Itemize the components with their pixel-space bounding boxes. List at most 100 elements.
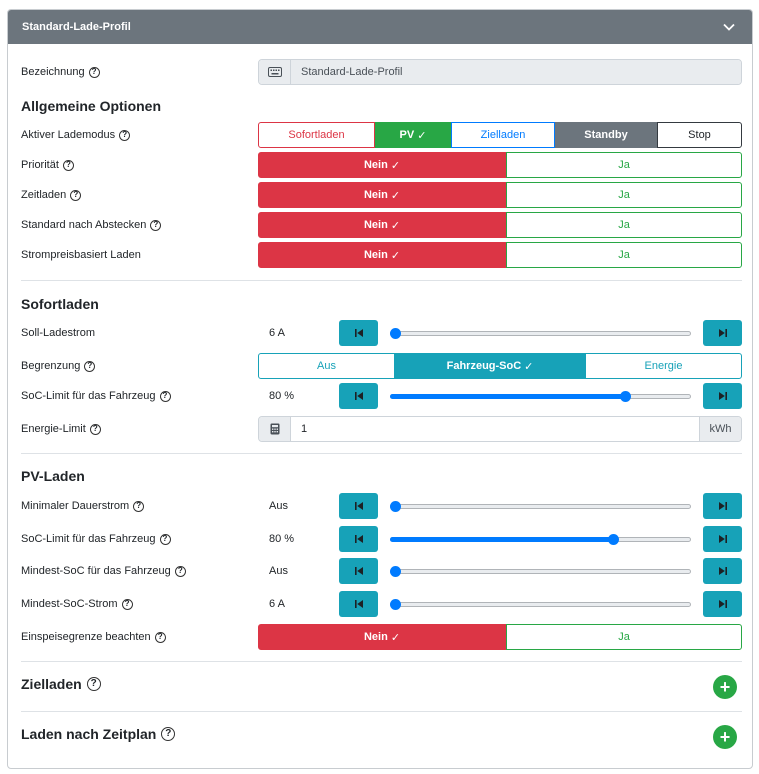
strompreis-toggle: Nein ✓ Ja [258, 242, 742, 268]
step-forward-icon[interactable] [703, 591, 742, 617]
min-dauerstrom-value: Aus [269, 500, 288, 512]
help-icon[interactable]: ? [62, 159, 74, 171]
slider-track[interactable] [390, 558, 691, 584]
slider-thumb[interactable] [390, 599, 401, 610]
bezeichnung-field: Standard-Lade-Profil [258, 59, 742, 85]
abstecken-label: Standard nach Abstecken [21, 219, 147, 231]
slider-track[interactable] [390, 591, 691, 617]
step-forward-icon[interactable] [703, 493, 742, 519]
mode-stop-button[interactable]: Stop [657, 122, 742, 148]
help-icon[interactable]: ? [86, 677, 101, 691]
mode-pv-button[interactable]: PV ✓ [375, 122, 451, 148]
step-back-icon[interactable] [339, 320, 378, 346]
mindest-soc-strom-value: 6 A [269, 598, 285, 610]
step-back-icon[interactable] [339, 558, 378, 584]
begrenzung-aus-button[interactable]: Aus [258, 353, 395, 379]
slider-thumb[interactable] [619, 391, 631, 402]
keyboard-icon [259, 60, 291, 84]
mode-zielladen-button[interactable]: Zielladen [451, 122, 555, 148]
help-icon[interactable]: ? [121, 598, 133, 610]
slider-thumb[interactable] [390, 328, 401, 339]
soll-ladestrom-value: 6 A [269, 327, 285, 339]
divider [21, 280, 742, 281]
help-icon[interactable]: ? [88, 66, 100, 78]
mode-sofortladen-button[interactable]: Sofortladen [258, 122, 375, 148]
einspeisegrenze-nein-button[interactable]: Nein ✓ [258, 624, 506, 650]
step-forward-icon[interactable] [703, 558, 742, 584]
chevron-down-icon[interactable] [722, 20, 736, 34]
help-icon[interactable]: ? [133, 500, 145, 512]
strompreis-nein-button[interactable]: Nein ✓ [258, 242, 506, 268]
pv-laden-title: PV-Laden [21, 468, 85, 484]
slider-track[interactable] [390, 526, 691, 552]
zeitladen-label: Zeitladen [21, 189, 67, 201]
abstecken-ja-button[interactable]: Ja [506, 212, 742, 238]
divider [21, 711, 742, 712]
check-icon: ✓ [390, 249, 401, 262]
energie-limit-input[interactable]: 1 [291, 417, 699, 441]
prioritaet-nein-button[interactable]: Nein ✓ [258, 152, 506, 178]
slider-track[interactable] [390, 383, 691, 409]
help-icon[interactable]: ? [150, 219, 162, 231]
pv-soc-limit-value: 80 % [269, 533, 295, 545]
step-back-icon[interactable] [339, 493, 378, 519]
help-icon[interactable]: ? [154, 631, 166, 643]
abstecken-nein-button[interactable]: Nein ✓ [258, 212, 506, 238]
energie-limit-label: Energie-Limit [21, 423, 86, 435]
begrenzung-fahrzeug-soc-button[interactable]: Fahrzeug-SoC ✓ [395, 353, 585, 379]
zeitplan-title: Laden nach Zeitplan? [21, 726, 176, 742]
step-forward-icon[interactable] [703, 526, 742, 552]
allgemein-title: Allgemeine Optionen [21, 98, 161, 114]
einspeisegrenze-ja-button[interactable]: Ja [506, 624, 742, 650]
check-icon: ✓ [390, 631, 401, 644]
allgemein-title-text: Allgemeine Optionen [21, 98, 162, 114]
charge-profile-card: Standard-Lade-Profil Bezeichnung? Standa… [7, 9, 753, 769]
begrenzung-energie-button[interactable]: Energie [585, 353, 742, 379]
strompreis-ja-button[interactable]: Ja [506, 242, 742, 268]
zeitladen-ja-button[interactable]: Ja [506, 182, 742, 208]
help-icon[interactable]: ? [84, 360, 96, 372]
slider-thumb[interactable] [390, 566, 401, 577]
step-back-icon[interactable] [339, 383, 378, 409]
check-icon: ✓ [390, 219, 401, 232]
soll-ladestrom-label: Soll-Ladestrom [21, 327, 95, 339]
card-header[interactable]: Standard-Lade-Profil [8, 10, 752, 44]
soll-ladestrom-slider: 6 A [258, 320, 742, 346]
check-icon: ✓ [390, 159, 401, 172]
help-icon[interactable]: ? [174, 565, 186, 577]
slider-thumb[interactable] [390, 501, 401, 512]
begrenzung-button-group: Aus Fahrzeug-SoC ✓ Energie [258, 353, 742, 379]
check-icon: ✓ [417, 129, 427, 142]
bezeichnung-input[interactable]: Standard-Lade-Profil [291, 60, 741, 84]
prioritaet-ja-button[interactable]: Ja [506, 152, 742, 178]
fahrzeug-soc-label: Fahrzeug-SoC [446, 360, 522, 372]
divider [21, 453, 742, 454]
card-title: Standard-Lade-Profil [22, 21, 131, 33]
slider-track[interactable] [390, 493, 691, 519]
step-forward-icon[interactable] [703, 320, 742, 346]
help-icon[interactable]: ? [159, 390, 171, 402]
pv-laden-title-text: PV-Laden [21, 468, 85, 484]
help-icon[interactable]: ? [70, 189, 82, 201]
add-zeitplan-button[interactable]: + [713, 725, 737, 749]
add-zielladen-button[interactable]: + [713, 675, 737, 699]
zielladen-title: Zielladen? [21, 676, 101, 692]
nein-label: Nein [363, 631, 388, 643]
slider-track[interactable] [390, 320, 691, 346]
zielladen-title-text: Zielladen [21, 676, 82, 692]
mode-standby-button[interactable]: Standby [555, 122, 657, 148]
help-icon[interactable]: ? [119, 129, 131, 141]
zeitladen-nein-button[interactable]: Nein ✓ [258, 182, 506, 208]
mindest-soc-strom-label: Mindest-SoC-Strom [21, 598, 118, 610]
prioritaet-label: Priorität [21, 159, 59, 171]
lademodus-label: Aktiver Lademodus [21, 129, 116, 141]
soc-limit-slider: 80 % [258, 383, 742, 409]
energie-limit-field: 1 kWh [258, 416, 742, 442]
help-icon[interactable]: ? [159, 533, 171, 545]
step-forward-icon[interactable] [703, 383, 742, 409]
slider-thumb[interactable] [607, 534, 619, 545]
step-back-icon[interactable] [339, 526, 378, 552]
step-back-icon[interactable] [339, 591, 378, 617]
help-icon[interactable]: ? [161, 727, 176, 741]
help-icon[interactable]: ? [89, 423, 101, 435]
